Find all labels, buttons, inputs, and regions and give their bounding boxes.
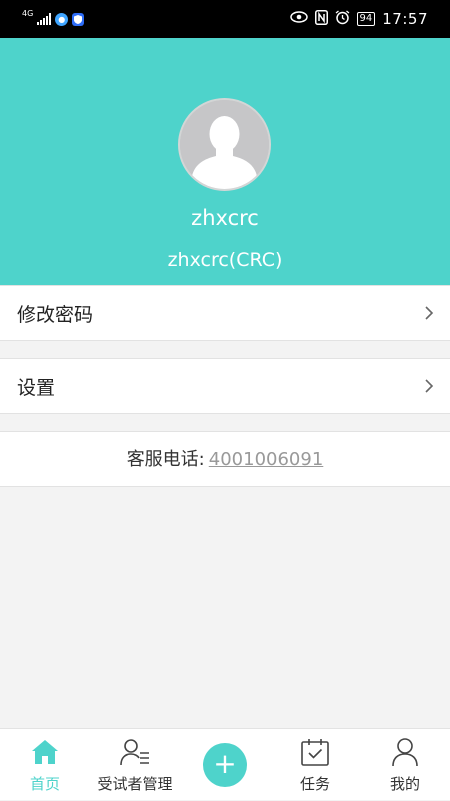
shield-app-icon (72, 12, 85, 26)
network-type: 4G (22, 8, 34, 18)
battery-icon: 94 (356, 12, 376, 26)
tab-home-label: 首页 (29, 775, 60, 793)
hotline-label: 客服电话: (126, 449, 205, 470)
profile-role: zhxcrc(CRC) (167, 249, 283, 271)
default-user-avatar-icon[interactable] (178, 98, 271, 191)
profile-name: zhxcrc (191, 206, 259, 230)
tab-home[interactable]: 首页 (0, 729, 90, 801)
message-badge-icon: ● (55, 12, 69, 26)
home-icon (32, 740, 58, 764)
chevron-right-icon (425, 379, 434, 393)
add-button[interactable]: + (203, 743, 247, 787)
eye-icon (289, 11, 308, 27)
subject-management-icon (120, 739, 149, 766)
tab-subjects[interactable]: 受试者管理 (90, 729, 180, 801)
nfc-icon (314, 9, 328, 29)
alarm-icon (335, 9, 350, 29)
tab-mine-label: 我的 (389, 775, 420, 793)
settings-row[interactable]: 设置 (0, 358, 450, 414)
profile-header: zhxcrc zhxcrc(CRC) (0, 38, 450, 285)
chevron-right-icon (425, 306, 434, 320)
settings-label: 设置 (17, 377, 56, 399)
tab-subjects-label: 受试者管理 (97, 775, 173, 793)
change-password-row[interactable]: 修改密码 (0, 285, 450, 341)
customer-service-row: 客服电话: 4001006091 (0, 431, 450, 487)
tab-tasks-label: 任务 (299, 775, 330, 793)
user-profile-icon (392, 738, 418, 767)
status-left: 4G ● (22, 8, 85, 30)
status-right: 94 17:57 (289, 8, 428, 30)
task-calendar-icon (301, 739, 329, 766)
tab-mine[interactable]: 我的 (360, 729, 450, 801)
hotline-phone-link[interactable]: 4001006091 (209, 449, 324, 470)
signal-icon (37, 13, 52, 25)
tab-tasks[interactable]: 任务 (270, 729, 360, 801)
status-bar: 4G ● 94 17:57 (0, 0, 450, 38)
status-time: 17:57 (382, 10, 428, 28)
bottom-tab-bar: 首页 受试者管理 + 任务 我的 (0, 728, 450, 800)
change-password-label: 修改密码 (17, 304, 94, 326)
